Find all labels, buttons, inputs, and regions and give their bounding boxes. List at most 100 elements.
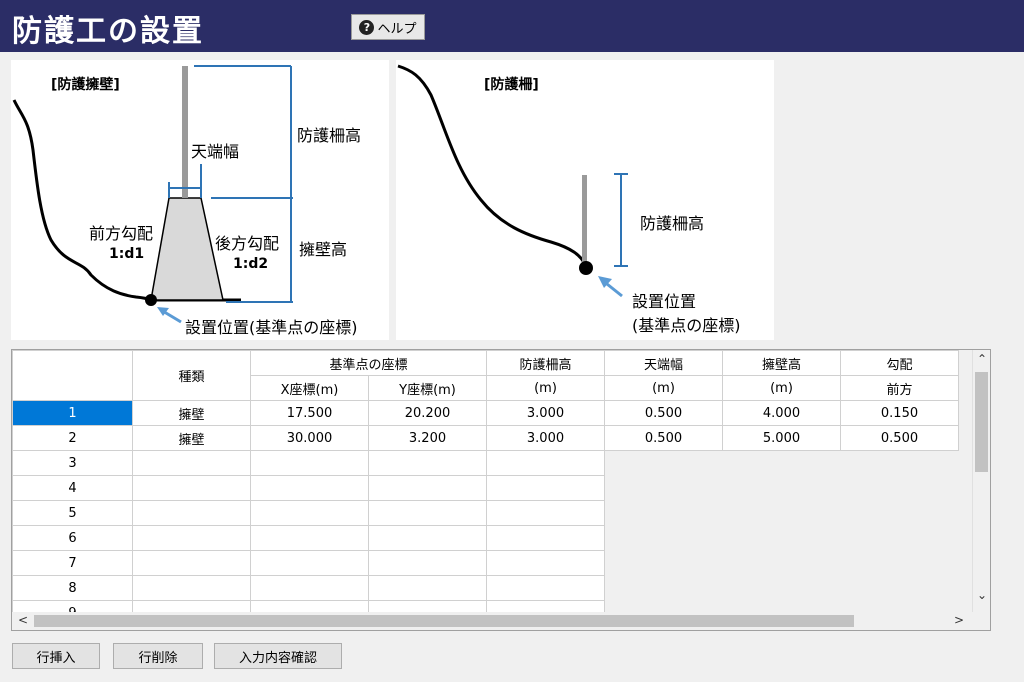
table-row[interactable]: 2 擁壁 30.000 3.200 3.000 0.500 5.000 0.50… <box>12 425 959 451</box>
cell-x[interactable] <box>250 575 369 601</box>
cell-slope-front[interactable]: 0.500 <box>840 425 959 451</box>
vertical-scroll-thumb[interactable] <box>975 372 988 472</box>
cell-x[interactable] <box>250 450 369 476</box>
horizontal-scroll-thumb[interactable] <box>34 615 854 627</box>
row-number[interactable]: 7 <box>12 550 133 576</box>
table-row[interactable]: 4 <box>12 475 959 501</box>
scroll-left-icon[interactable]: < <box>18 613 28 627</box>
cell-y[interactable]: 3.200 <box>368 425 487 451</box>
header-fence-height: 防護柵高 <box>486 350 605 376</box>
fence-install-position-label: 設置位置 <box>632 292 697 311</box>
scroll-right-icon[interactable]: > <box>954 613 964 627</box>
cell-type[interactable]: 擁壁 <box>132 400 251 426</box>
help-button[interactable]: ? ヘルプ <box>351 14 425 40</box>
table-row[interactable]: 3 <box>12 450 959 476</box>
wall-fence-height-label: 防護柵高 <box>297 126 362 145</box>
fence-install-coord-label: (基準点の座標) <box>632 316 741 335</box>
vertical-scrollbar[interactable]: ⌃ ⌄ <box>972 350 990 612</box>
header-wall-height-unit: (m) <box>722 375 841 401</box>
front-slope-label: 前方勾配 <box>89 224 154 243</box>
cell-type[interactable] <box>132 450 251 476</box>
cell-type[interactable] <box>132 475 251 501</box>
cell-fence-height[interactable] <box>486 525 605 551</box>
horizontal-scrollbar[interactable]: < > <box>12 612 990 630</box>
header-corner <box>12 350 133 401</box>
row-number[interactable]: 5 <box>12 500 133 526</box>
cell-x[interactable] <box>250 525 369 551</box>
cell-x[interactable]: 30.000 <box>250 425 369 451</box>
fence-diagram-heading: [防護柵] <box>484 77 539 93</box>
page-title: 防護工の設置 <box>12 14 204 49</box>
cell-wall-height[interactable]: 5.000 <box>722 425 841 451</box>
wall-top-width-label: 天端幅 <box>191 142 240 161</box>
cell-x[interactable] <box>250 500 369 526</box>
header-y-coord: Y座標(m) <box>368 375 487 401</box>
header-top-width: 天端幅 <box>604 350 723 376</box>
header-slope: 勾配 <box>840 350 959 376</box>
cell-x[interactable]: 17.500 <box>250 400 369 426</box>
fence-illustration <box>397 64 628 298</box>
help-label: ヘルプ <box>377 21 417 37</box>
cell-fence-height[interactable] <box>486 450 605 476</box>
cell-y[interactable] <box>368 500 487 526</box>
row-number[interactable]: 1 <box>12 400 133 426</box>
cell-type[interactable] <box>132 550 251 576</box>
confirm-input-button[interactable]: 入力内容確認 <box>214 643 342 669</box>
cell-y[interactable]: 20.200 <box>368 400 487 426</box>
header-x-coord: X座標(m) <box>250 375 369 401</box>
grid-table: 種類 基準点の座標 防護柵高 天端幅 擁壁高 勾配 X座標(m) Y座標(m) … <box>12 350 959 626</box>
header-slope-front: 前方 <box>840 375 959 401</box>
cell-y[interactable] <box>368 525 487 551</box>
header-base-coord: 基準点の座標 <box>250 350 487 376</box>
row-number[interactable]: 2 <box>12 425 133 451</box>
back-slope-ratio: 1:d2 <box>233 256 269 272</box>
scroll-up-icon[interactable]: ⌃ <box>977 352 987 366</box>
cell-x[interactable] <box>250 550 369 576</box>
cell-top-width[interactable]: 0.500 <box>604 400 723 426</box>
help-icon: ? <box>359 19 375 35</box>
header-top-width-unit: (m) <box>604 375 723 401</box>
cell-fence-height[interactable] <box>486 475 605 501</box>
wall-install-position-label: 設置位置(基準点の座標) <box>185 318 358 337</box>
cell-y[interactable] <box>368 475 487 501</box>
row-number[interactable]: 8 <box>12 575 133 601</box>
cell-y[interactable] <box>368 550 487 576</box>
delete-row-button[interactable]: 行削除 <box>113 643 203 669</box>
row-number[interactable]: 6 <box>12 525 133 551</box>
cell-fence-height[interactable] <box>486 550 605 576</box>
header-type: 種類 <box>132 350 251 401</box>
table-row[interactable]: 8 <box>12 575 959 601</box>
fence-height-label: 防護柵高 <box>640 214 705 233</box>
retaining-wall-illustration <box>12 65 293 324</box>
fence-diagram: [防護柵] 防護柵高 設置位置 (基準点の座標) <box>396 60 774 340</box>
row-number[interactable]: 3 <box>12 450 133 476</box>
data-grid[interactable]: 種類 基準点の座標 防護柵高 天端幅 擁壁高 勾配 X座標(m) Y座標(m) … <box>11 349 991 631</box>
table-row[interactable]: 5 <box>12 500 959 526</box>
cell-type[interactable] <box>132 500 251 526</box>
table-row[interactable]: 7 <box>12 550 959 576</box>
cell-fence-height[interactable] <box>486 575 605 601</box>
front-slope-ratio: 1:d1 <box>109 246 145 262</box>
insert-row-button[interactable]: 行挿入 <box>12 643 100 669</box>
cell-wall-height[interactable]: 4.000 <box>722 400 841 426</box>
table-row[interactable]: 6 <box>12 525 959 551</box>
cell-x[interactable] <box>250 475 369 501</box>
table-row[interactable]: 1 擁壁 17.500 20.200 3.000 0.500 4.000 0.1… <box>12 400 959 426</box>
cell-fence-height[interactable] <box>486 500 605 526</box>
scroll-down-icon[interactable]: ⌄ <box>977 588 987 602</box>
wall-diagram-heading: [防護擁壁] <box>51 77 120 93</box>
cell-top-width[interactable]: 0.500 <box>604 425 723 451</box>
cell-fence-height[interactable]: 3.000 <box>486 400 605 426</box>
retaining-wall-diagram: [防護擁壁] 防護柵高 天端幅 擁壁高 前方勾配 1:d1 後方勾配 1:d2 … <box>11 60 389 340</box>
header-fence-height-unit: (m) <box>486 375 605 401</box>
cell-y[interactable] <box>368 575 487 601</box>
header-wall-height: 擁壁高 <box>722 350 841 376</box>
row-number[interactable]: 4 <box>12 475 133 501</box>
cell-slope-front[interactable]: 0.150 <box>840 400 959 426</box>
cell-type[interactable] <box>132 525 251 551</box>
cell-fence-height[interactable]: 3.000 <box>486 425 605 451</box>
title-bar: 防護工の設置 ? ヘルプ <box>0 0 1024 52</box>
cell-y[interactable] <box>368 450 487 476</box>
cell-type[interactable]: 擁壁 <box>132 425 251 451</box>
cell-type[interactable] <box>132 575 251 601</box>
